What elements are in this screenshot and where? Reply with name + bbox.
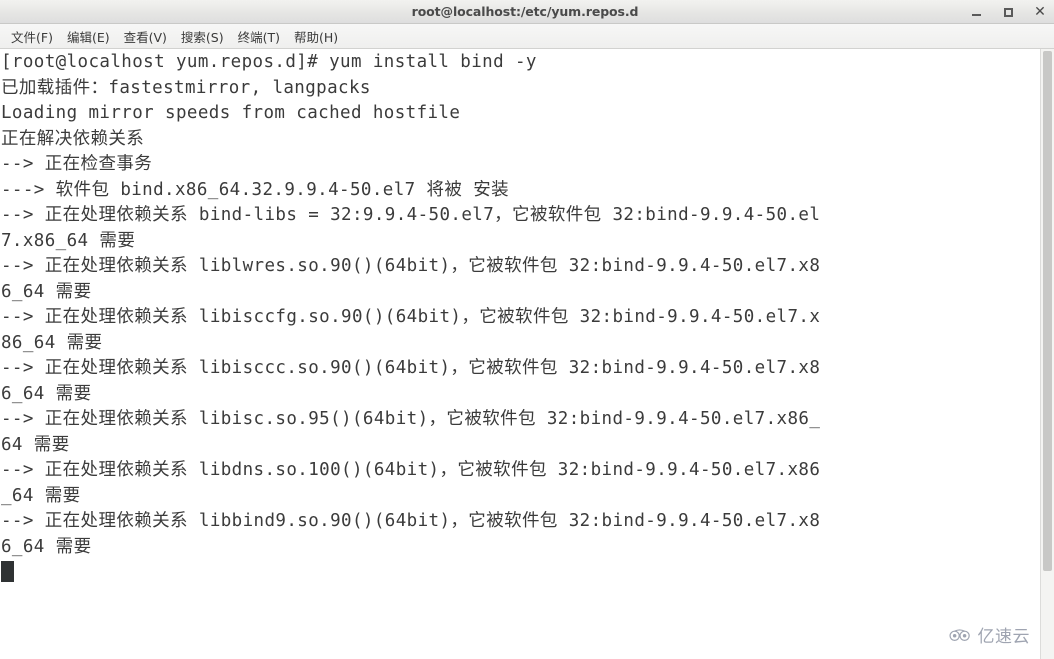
terminal-line: ---> 软件包 bind.x86_64.32.9.9.4-50.el7 将被 … bbox=[1, 179, 510, 200]
terminal-line: Loading mirror speeds from cached hostfi… bbox=[1, 103, 461, 123]
terminal-line: --> 正在处理依赖关系 libdns.so.100()(64bit)，它被软件… bbox=[1, 460, 821, 480]
maximize-button[interactable] bbox=[1000, 4, 1016, 20]
menu-item-terminal[interactable]: 终端(T) bbox=[231, 25, 287, 48]
terminal-scrollbar[interactable] bbox=[1040, 49, 1054, 659]
terminal-line: 7.x86_64 需要 bbox=[1, 230, 136, 251]
maximize-icon bbox=[1003, 7, 1013, 17]
terminal-line: 86_64 需要 bbox=[1, 332, 103, 353]
terminal-line: 6_64 需要 bbox=[1, 383, 92, 404]
terminal-line: --> 正在检查事务 bbox=[1, 154, 153, 174]
terminal-cursor bbox=[1, 561, 14, 582]
terminal-area: [root@localhost yum.repos.d]# yum instal… bbox=[0, 49, 1054, 659]
menu-bar: 文件(F) 编辑(E) 查看(V) 搜索(S) 终端(T) 帮助(H) bbox=[0, 24, 1054, 49]
terminal-line: --> 正在处理依赖关系 liblwres.so.90()(64bit)，它被软… bbox=[1, 256, 821, 276]
terminal-line: --> 正在处理依赖关系 libisccc.so.90()(64bit)，它被软… bbox=[1, 358, 821, 378]
terminal-line: 6_64 需要 bbox=[1, 281, 92, 302]
terminal-line: --> 正在处理依赖关系 libisccfg.so.90()(64bit)，它被… bbox=[1, 307, 821, 327]
terminal-line: 64 需要 bbox=[1, 434, 70, 455]
terminal-line: --> 正在处理依赖关系 libisc.so.95()(64bit)，它被软件包… bbox=[1, 409, 821, 429]
close-icon: ✕ bbox=[1034, 4, 1046, 20]
terminal-window: root@localhost:/etc/yum.repos.d ✕ 文件(F) … bbox=[0, 0, 1054, 659]
close-button[interactable]: ✕ bbox=[1032, 4, 1048, 20]
terminal-line: 6_64 需要 bbox=[1, 536, 92, 557]
minimize-button[interactable] bbox=[968, 4, 984, 20]
minimize-icon bbox=[971, 13, 981, 16]
terminal-output[interactable]: [root@localhost yum.repos.d]# yum instal… bbox=[0, 49, 1040, 659]
menu-item-edit[interactable]: 编辑(E) bbox=[60, 25, 117, 48]
menu-item-file[interactable]: 文件(F) bbox=[4, 25, 60, 48]
terminal-line: _64 需要 bbox=[1, 485, 81, 506]
title-bar: root@localhost:/etc/yum.repos.d ✕ bbox=[0, 0, 1054, 24]
window-title: root@localhost:/etc/yum.repos.d bbox=[411, 4, 639, 19]
menu-item-search[interactable]: 搜索(S) bbox=[174, 25, 231, 48]
menu-item-view[interactable]: 查看(V) bbox=[117, 25, 174, 48]
terminal-line: 已加载插件：fastestmirror, langpacks bbox=[1, 77, 371, 98]
scrollbar-thumb[interactable] bbox=[1043, 51, 1052, 571]
window-controls: ✕ bbox=[968, 0, 1048, 24]
terminal-line: --> 正在处理依赖关系 libbind9.so.90()(64bit)，它被软… bbox=[1, 511, 821, 531]
terminal-line: 正在解决依赖关系 bbox=[1, 128, 145, 149]
terminal-line: --> 正在处理依赖关系 bind-libs = 32:9.9.4-50.el7… bbox=[1, 205, 821, 225]
terminal-line: [root@localhost yum.repos.d]# yum instal… bbox=[1, 52, 537, 72]
menu-item-help[interactable]: 帮助(H) bbox=[287, 25, 345, 48]
